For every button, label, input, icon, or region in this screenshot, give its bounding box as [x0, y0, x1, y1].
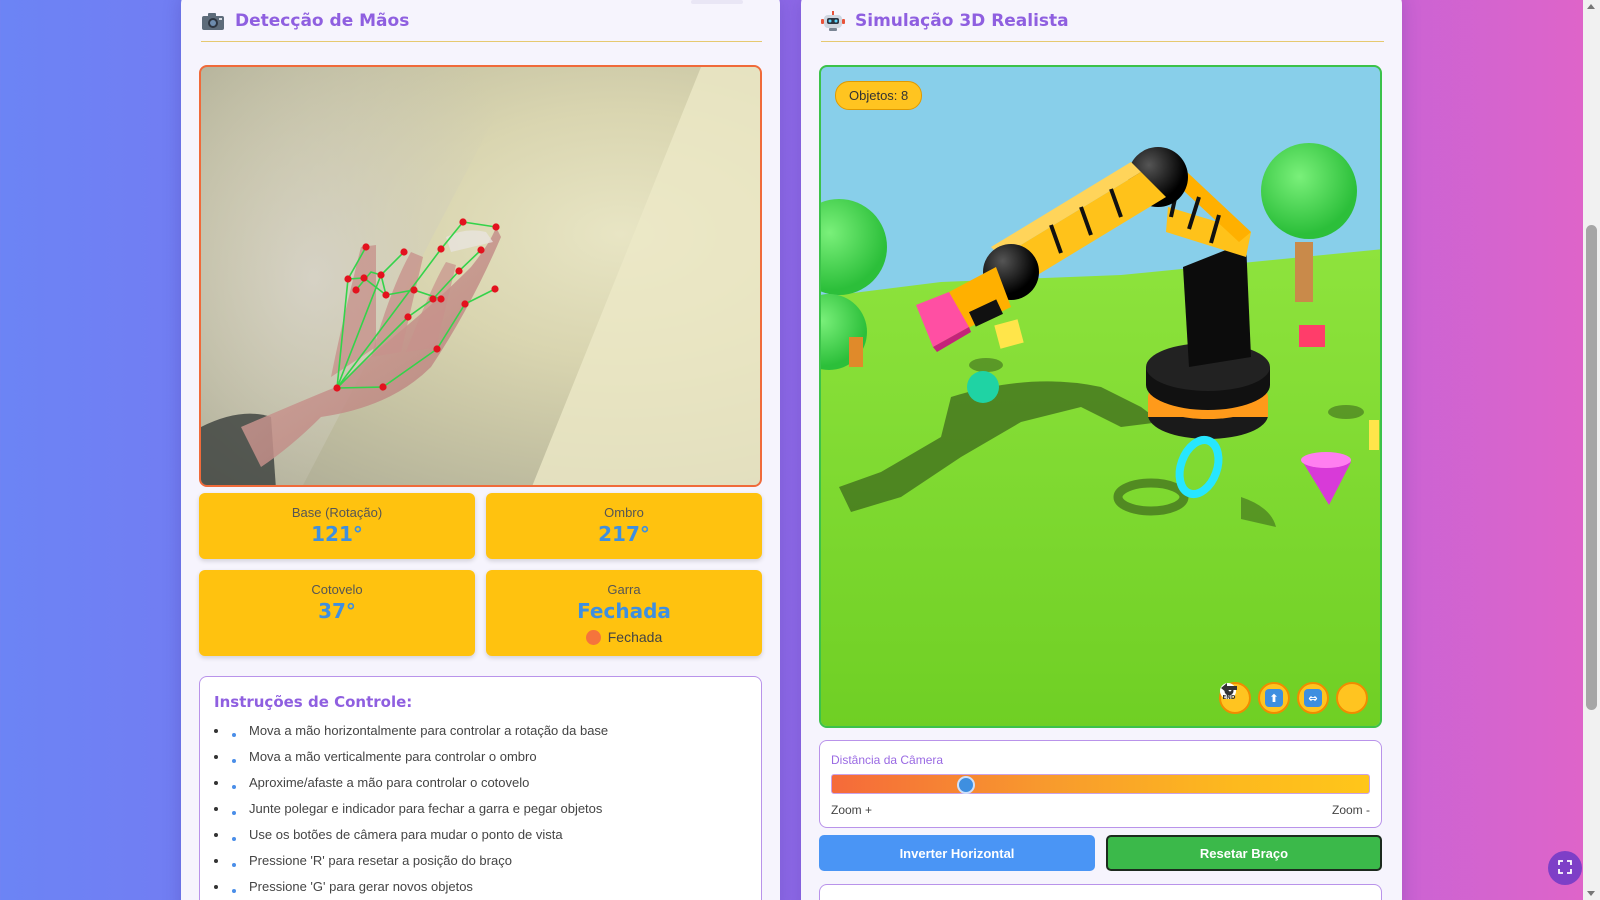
instructions-title: Instruções de Controle:: [214, 693, 413, 711]
camera-top-button[interactable]: ⬆: [1258, 682, 1290, 714]
sim-panel-header: Simulação 3D Realista: [821, 0, 1384, 42]
fullscreen-button[interactable]: [1548, 851, 1582, 885]
shoulder-card: Ombro 217°: [486, 493, 762, 559]
elbow-value: 37°: [318, 599, 356, 623]
list-item: Mova a mão verticalmente para controlar …: [214, 747, 747, 773]
list-item: Junte polegar e indicador para fechar a …: [214, 799, 747, 825]
sim-panel-title: Simulação 3D Realista: [855, 10, 1069, 31]
hand-panel-title: Detecção de Mãos: [235, 10, 410, 31]
scroll-down-icon[interactable]: [1587, 891, 1595, 896]
base-rotation-value: 121°: [311, 522, 363, 546]
base-rotation-label: Base (Rotação): [291, 505, 383, 520]
arrows-horizontal-icon: ⇔: [1304, 689, 1322, 707]
3d-viewport[interactable]: Objetos: 8 ⬆ ⇔ END: [819, 65, 1382, 728]
instructions-list: Mova a mão horizontalmente para controla…: [214, 721, 747, 900]
hand-detection-panel: Detecção de Mãos Base (Rotação) 121° Omb…: [181, 0, 780, 900]
list-item: Pressione 'R' para resetar a posição do …: [214, 851, 747, 877]
objects-count-badge: Objetos: 8: [835, 81, 923, 110]
zoom-in-label: Zoom +: [831, 803, 873, 817]
camera-reset-view-button[interactable]: END: [1221, 682, 1368, 714]
camera-side-button[interactable]: ⇔: [1297, 682, 1329, 714]
elbow-card: Cotovelo 37°: [199, 570, 475, 656]
list-item: Pressione 'G' para gerar novos objetos: [214, 877, 747, 900]
grip-label: Garra: [607, 582, 641, 597]
shoulder-label: Ombro: [604, 505, 644, 520]
grip-state-label: Fechada: [607, 629, 663, 645]
camera-distance-label: Distância da Câmera: [831, 753, 944, 767]
scroll-up-icon[interactable]: [1587, 4, 1595, 9]
arrow-up-icon: ⬆: [1265, 689, 1283, 707]
list-item: Aproxime/afaste a mão para controlar o c…: [214, 773, 747, 799]
grip-state: Fechada: [486, 629, 762, 645]
page-scrollbar[interactable]: [1583, 0, 1600, 900]
grip-card: Garra Fechada Fechada: [486, 570, 762, 656]
scrollbar-thumb[interactable]: [1586, 225, 1597, 710]
grip-state-indicator: [585, 629, 601, 645]
fullscreen-icon: [1558, 859, 1572, 878]
camera-distance-control: Distância da Câmera Zoom + Zoom -: [819, 740, 1382, 828]
hand-panel-header: Detecção de Mãos: [201, 0, 762, 42]
grip-value: Fechada: [577, 599, 671, 623]
simulation-panel: Simulação 3D Realista Objetos: 8 ⬆ ⇔ END…: [801, 0, 1402, 900]
zoom-out-label: Zoom -: [1331, 803, 1370, 817]
base-rotation-card: Base (Rotação) 121°: [199, 493, 475, 559]
shoulder-value: 217°: [598, 522, 650, 546]
reset-arm-button[interactable]: Resetar Braço: [1106, 835, 1382, 871]
list-item: Use os botões de câmera para mudar o pon…: [214, 825, 747, 851]
flip-horizontal-button[interactable]: Inverter Horizontal: [819, 835, 1095, 871]
svg-text:END: END: [1223, 695, 1236, 700]
list-item: Mova a mão horizontalmente para controla…: [214, 721, 747, 747]
instructions-box: Instruções de Controle: Mova a mão horiz…: [199, 676, 762, 900]
robot-icon: [821, 10, 845, 32]
camera-icon: [201, 10, 225, 32]
camera-distance-slider[interactable]: [831, 774, 1370, 794]
elbow-label: Cotovelo: [311, 582, 363, 597]
camera-view-buttons: ⬆ ⇔ END: [1219, 682, 1368, 714]
camera-feed: [199, 65, 762, 487]
slider-thumb[interactable]: [957, 776, 976, 794]
next-section-box: [819, 884, 1382, 900]
